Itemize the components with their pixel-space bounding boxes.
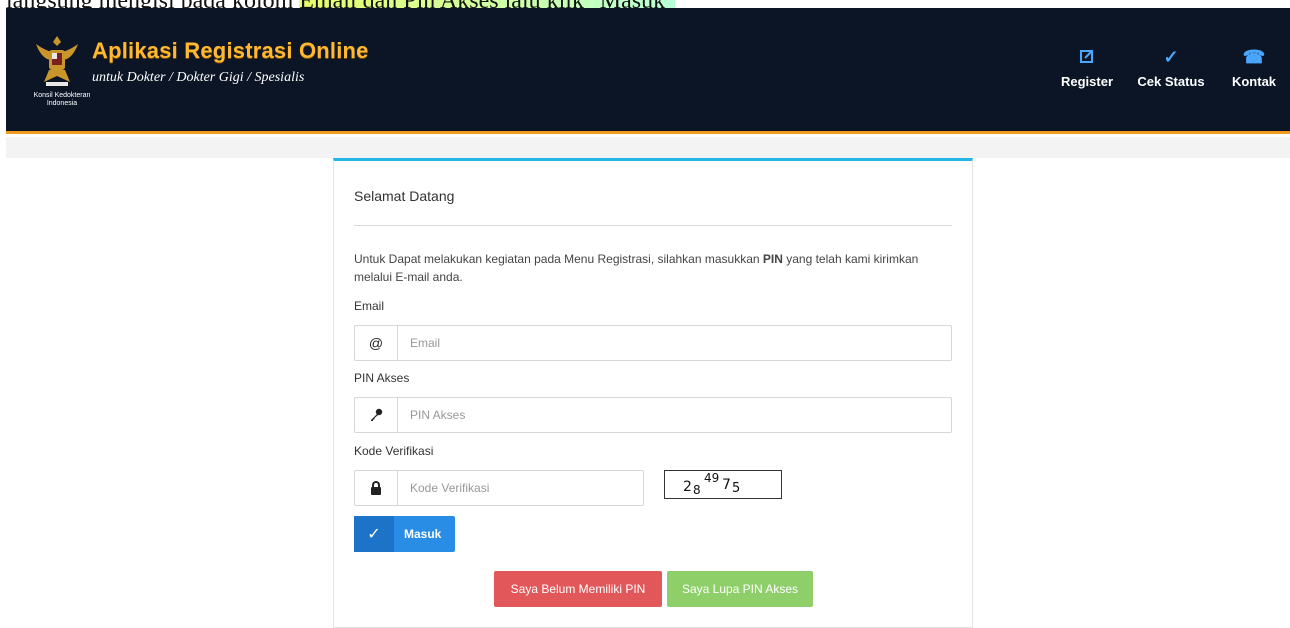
verify-label: Kode Verifikasi	[354, 444, 434, 458]
nav-kontak[interactable]: ☎ Kontak	[1218, 46, 1290, 89]
email-label: Email	[354, 299, 385, 313]
document-caption: langsung mengisi pada kolom Email dan Pi…	[0, 0, 1290, 8]
captcha-char: 5	[732, 481, 741, 496]
captcha-char: 7	[722, 477, 731, 493]
phone-icon: ☎	[1242, 47, 1266, 67]
login-button[interactable]: ✓ Masuk	[354, 516, 455, 552]
captcha-image: 2 8 49 7 5	[664, 470, 782, 499]
sub-bar	[6, 137, 1290, 158]
app-header: Konsil Kedokteran Indonesia Aplikasi Reg…	[6, 8, 1290, 134]
lock-icon	[355, 471, 398, 505]
checkmark-icon: ✓	[1163, 47, 1179, 67]
nav-register[interactable]: Register	[1050, 46, 1124, 89]
captcha-char: 2	[683, 479, 692, 495]
login-card: Selamat Datang Untuk Dapat melakukan keg…	[333, 158, 973, 628]
edit-icon	[1060, 46, 1114, 68]
intro-bold-pin: PIN	[762, 252, 783, 266]
email-field[interactable]	[398, 326, 951, 360]
nav-cek-status-label: Cek Status	[1137, 74, 1205, 89]
pin-label: PIN Akses	[354, 371, 410, 385]
forgot-pin-button[interactable]: Saya Lupa PIN Akses	[667, 571, 813, 607]
nav-cek-status[interactable]: ✓ Cek Status	[1124, 46, 1218, 89]
intro-text-part: Untuk Dapat melakukan kegiatan pada Menu…	[354, 252, 763, 266]
verify-code-field[interactable]	[398, 471, 643, 505]
app-title: Aplikasi Registrasi Online	[92, 38, 369, 63]
email-input-group: @	[354, 325, 952, 361]
top-nav: Register ✓ Cek Status ☎ Kontak	[1050, 46, 1290, 89]
captcha-char: 8	[693, 483, 701, 497]
verify-input-group	[354, 470, 644, 506]
at-sign-icon: @	[355, 326, 398, 360]
nav-kontak-label: Kontak	[1231, 74, 1277, 89]
caption-text: langsung mengisi pada kolom	[6, 0, 299, 8]
intro-text: Untuk Dapat melakukan kegiatan pada Menu…	[354, 250, 952, 286]
divider	[354, 225, 952, 226]
pin-field[interactable]	[398, 398, 951, 432]
checkmark-icon: ✓	[354, 516, 394, 552]
login-button-label: Masuk	[404, 527, 442, 541]
garuda-emblem-icon	[36, 36, 78, 86]
captcha-char: 49	[704, 471, 720, 485]
key-icon	[355, 398, 398, 432]
app-subtitle: untuk Dokter / Dokter Gigi / Spesialis	[92, 70, 305, 85]
card-title: Selamat Datang	[354, 188, 455, 204]
nav-register-label: Register	[1060, 74, 1114, 89]
emblem-caption: Konsil Kedokteran Indonesia	[33, 92, 91, 107]
pin-input-group	[354, 397, 952, 433]
no-pin-button[interactable]: Saya Belum Memiliki PIN	[494, 571, 662, 607]
caption-highlight: Email dan Pin Akses lalu klik "Masuk"	[299, 0, 675, 8]
